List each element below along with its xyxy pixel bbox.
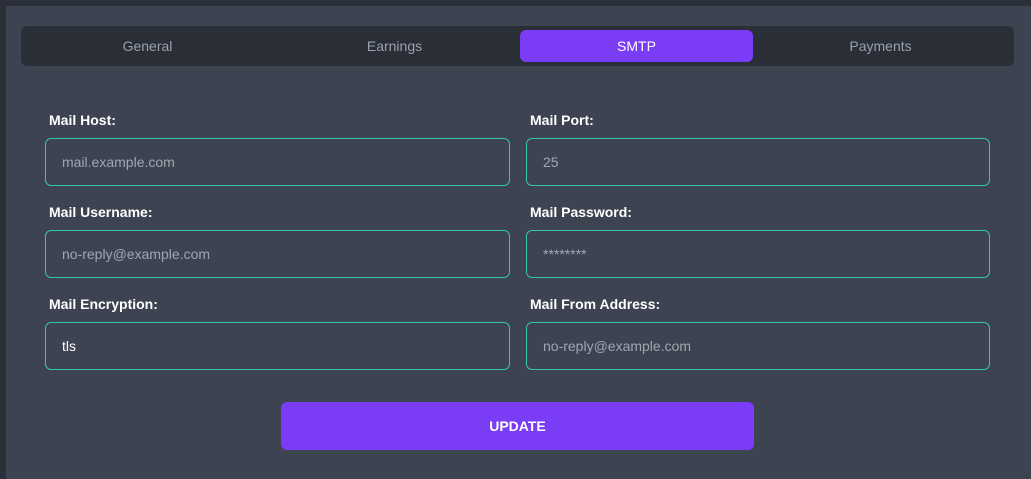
mail-encryption-label: Mail Encryption: bbox=[49, 296, 158, 312]
mail-username-input[interactable] bbox=[45, 230, 510, 278]
mail-host-label: Mail Host: bbox=[49, 112, 116, 128]
update-button[interactable]: UPDATE bbox=[281, 402, 754, 450]
settings-tabs: General Earnings SMTP Payments bbox=[21, 26, 1014, 66]
mail-password-label: Mail Password: bbox=[530, 204, 632, 220]
mail-username-label: Mail Username: bbox=[49, 204, 153, 220]
mail-port-label: Mail Port: bbox=[530, 112, 594, 128]
settings-panel: General Earnings SMTP Payments Mail Host… bbox=[6, 6, 1031, 479]
mail-from-address-input[interactable] bbox=[526, 322, 990, 370]
tab-payments[interactable]: Payments bbox=[758, 30, 1003, 62]
mail-encryption-input[interactable] bbox=[45, 322, 510, 370]
mail-host-input[interactable] bbox=[45, 138, 510, 186]
mail-port-input[interactable] bbox=[526, 138, 990, 186]
mail-password-input[interactable] bbox=[526, 230, 990, 278]
mail-from-address-label: Mail From Address: bbox=[530, 296, 661, 312]
tab-earnings[interactable]: Earnings bbox=[272, 30, 517, 62]
tab-smtp[interactable]: SMTP bbox=[520, 30, 753, 62]
tab-general[interactable]: General bbox=[25, 30, 270, 62]
